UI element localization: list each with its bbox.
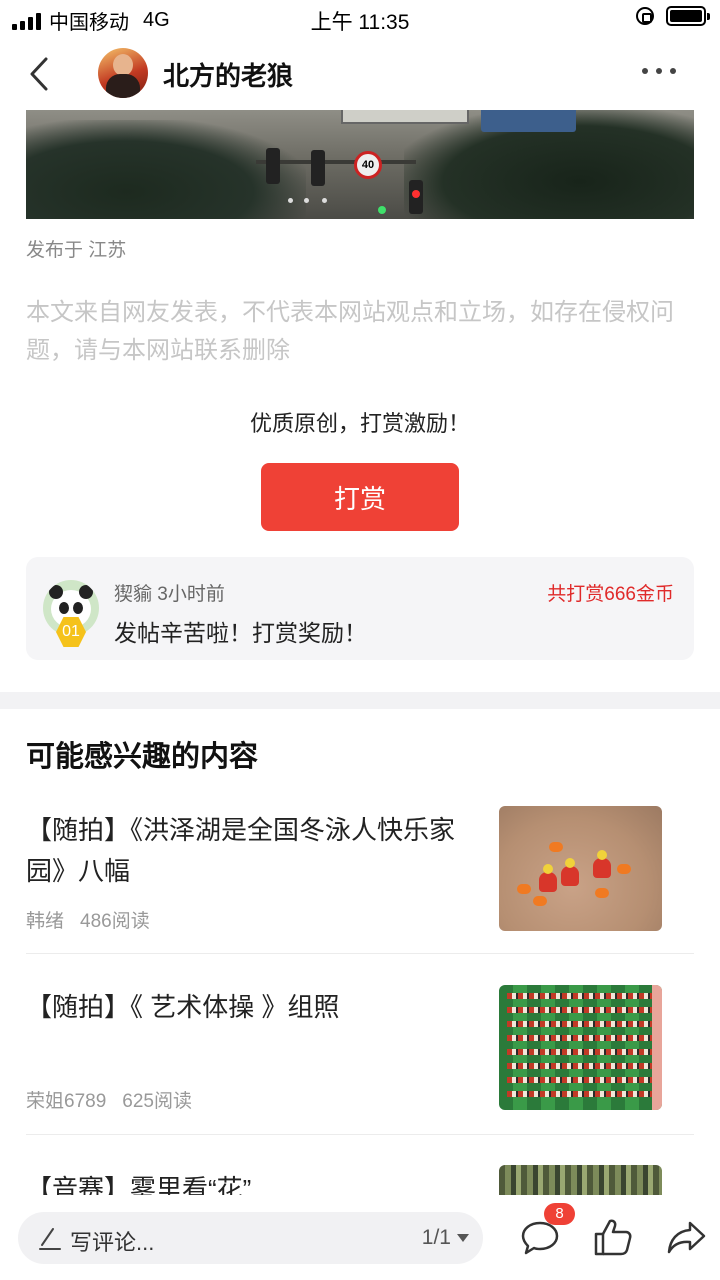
share-icon[interactable] (666, 1217, 706, 1257)
comment-placeholder: 写评论... (70, 1230, 155, 1255)
section-divider (0, 692, 720, 709)
recommend-section-title: 可能感兴趣的内容 (26, 741, 259, 773)
reward-button[interactable]: 打赏 (261, 463, 459, 531)
rec-meta: 荣姐6789 625阅读 (26, 1086, 192, 1113)
page-indicator-label: 1/1 (421, 1226, 451, 1249)
rec-author: 荣姐6789 (26, 1091, 107, 1112)
status-right (636, 6, 710, 26)
list-item[interactable]: 【随拍】《洪泽湖是全国冬泳人快乐家园》八幅 韩绪 486阅读 (26, 806, 694, 954)
status-bar: 中国移动 4G 上午 11:35 (0, 0, 720, 38)
rec-meta: 韩绪 486阅读 (26, 906, 150, 933)
page-indicator[interactable]: 1/1 (422, 1226, 469, 1250)
post-location: 发布于 江苏 (26, 240, 127, 261)
list-item[interactable]: 【音赛】雾里看“花” (26, 1165, 694, 1195)
rec-reads: 625阅读 (122, 1091, 192, 1112)
bottom-bar: 写评论... 1/1 8 (0, 1195, 720, 1280)
rec-thumbnail[interactable] (499, 985, 662, 1110)
chevron-left-icon[interactable] (26, 56, 62, 92)
thumbs-up-icon[interactable] (593, 1217, 633, 1257)
comment-input[interactable]: 写评论... 1/1 (18, 1212, 483, 1264)
author-avatar[interactable] (98, 48, 148, 98)
post-photo[interactable]: 40 (26, 110, 694, 219)
rec-thumbnail[interactable] (499, 1165, 662, 1195)
author-name[interactable]: 北方的老狼 (163, 56, 293, 93)
pen-icon (39, 1228, 61, 1250)
rec-reads: 486阅读 (80, 911, 150, 932)
reward-message: 发帖辛苦啦！打赏奖励！ (114, 620, 367, 646)
comment-count-badge: 8 (544, 1203, 575, 1225)
reward-total[interactable]: 共打赏666金币 (547, 579, 674, 606)
status-time: 上午 11:35 (310, 11, 410, 34)
reward-record-card: 01 猰貐 3小时前 共打赏666金币 发帖辛苦啦！打赏奖励！ (26, 557, 694, 660)
reward-prompt: 优质原创，打赏激励！ (249, 411, 470, 436)
rec-title[interactable]: 【随拍】《洪泽湖是全国冬泳人快乐家园》八幅 (26, 810, 486, 892)
list-item[interactable]: 【随拍】《 艺术体操 》组照 荣姐6789 625阅读 (26, 985, 694, 1135)
more-dots-icon[interactable] (642, 68, 676, 76)
battery-icon (666, 6, 710, 26)
rec-title[interactable]: 【随拍】《 艺术体操 》组照 (26, 987, 486, 1028)
top-nav: 北方的老狼 (0, 38, 720, 110)
rec-title[interactable]: 【音赛】雾里看“花” (26, 1169, 486, 1195)
speed-limit-sign: 40 (354, 151, 382, 179)
rotation-lock-icon (636, 7, 654, 25)
disclaimer-text: 本文来自网友发表，不代表本网站观点和立场，如存在侵权问题，请与本网站联系删除 (26, 299, 674, 364)
rec-thumbnail[interactable] (499, 806, 662, 931)
reward-user: 猰貐 3小时前 (114, 584, 225, 605)
caret-down-icon (457, 1234, 469, 1242)
rec-author: 韩绪 (26, 911, 65, 932)
